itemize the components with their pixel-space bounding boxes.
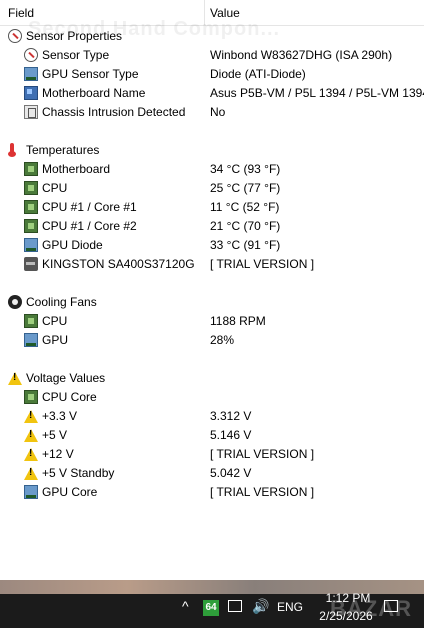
motherboard-icon (24, 86, 38, 100)
aida64-tray-icon[interactable]: 64 (203, 600, 219, 616)
item-value: 21 °C (70 °F) (210, 219, 281, 233)
item-value: Winbond W83627DHG (ISA 290h) (210, 48, 393, 62)
category-temperatures[interactable]: Temperatures (0, 141, 424, 160)
gpu-icon (24, 333, 38, 347)
list-item-fan-cpu[interactable]: CPU 1188 RPM (0, 312, 424, 331)
item-label: CPU (42, 314, 68, 328)
item-value: [ TRIAL VERSION ] (210, 257, 315, 271)
item-label: CPU #1 / Core #2 (42, 219, 137, 233)
item-label: CPU (42, 181, 68, 195)
list-item-temp-core2[interactable]: CPU #1 / Core #2 21 °C (70 °F) (0, 217, 424, 236)
item-value: 25 °C (77 °F) (210, 181, 281, 195)
list-item-volt-cpu-core[interactable]: CPU Core (0, 388, 424, 407)
category-label: Sensor Properties (26, 29, 123, 43)
item-label: KINGSTON SA400S37120G (42, 257, 195, 271)
thermometer-icon (8, 143, 16, 157)
item-label: CPU Core (42, 390, 97, 404)
category-label: Cooling Fans (26, 295, 97, 309)
item-value: 5.146 V (210, 428, 252, 442)
list-item-motherboard-name[interactable]: Motherboard Name Asus P5B-VM / P5L 1394 … (0, 84, 424, 103)
item-label: Chassis Intrusion Detected (42, 105, 186, 119)
notification-icon[interactable] (384, 600, 398, 612)
chip-icon (24, 219, 38, 233)
item-label: +3.3 V (42, 409, 78, 423)
chassis-icon (24, 105, 38, 119)
language-indicator[interactable]: ENG (277, 600, 303, 614)
list-item-temp-core1[interactable]: CPU #1 / Core #1 11 °C (52 °F) (0, 198, 424, 217)
gpu-icon (24, 485, 38, 499)
category-cooling-fans[interactable]: Cooling Fans (0, 293, 424, 312)
item-label: Motherboard (42, 162, 111, 176)
fan-icon (8, 295, 22, 309)
watermark-logo: BAZAR (330, 596, 412, 621)
list-item-volt-5v[interactable]: ! +5 V 5.146 V (0, 426, 424, 445)
category-label: Temperatures (26, 143, 100, 157)
volume-icon[interactable]: 🔊 (252, 598, 269, 615)
item-value: 1188 RPM (210, 314, 266, 328)
item-value: 11 °C (52 °F) (210, 200, 280, 214)
list-item-volt-5v-standby[interactable]: ! +5 V Standby 5.042 V (0, 464, 424, 483)
item-value: Asus P5B-VM / P5L 1394 / P5L-VM 1394 / (210, 86, 424, 100)
item-label: GPU Core (42, 485, 98, 499)
item-value: 3.312 V (210, 409, 252, 423)
network-icon[interactable] (228, 600, 242, 612)
gpu-icon (24, 67, 38, 81)
item-label: +5 V Standby (42, 466, 115, 480)
item-value: [ TRIAL VERSION ] (210, 447, 315, 461)
item-label: CPU #1 / Core #1 (42, 200, 137, 214)
list-item-volt-gpu-core[interactable]: GPU Core [ TRIAL VERSION ] (0, 483, 424, 502)
list-item-temp-kingston[interactable]: KINGSTON SA400S37120G [ TRIAL VERSION ] (0, 255, 424, 274)
list-item-sensor-type[interactable]: Sensor Type Winbond W83627DHG (ISA 290h) (0, 46, 424, 65)
list-item-temp-motherboard[interactable]: Motherboard 34 °C (93 °F) (0, 160, 424, 179)
list-item-temp-gpu-diode[interactable]: GPU Diode 33 °C (91 °F) (0, 236, 424, 255)
item-value: 28% (210, 333, 235, 347)
item-value: 34 °C (93 °F) (210, 162, 281, 176)
item-label: GPU (42, 333, 69, 347)
list-item-gpu-sensor-type[interactable]: GPU Sensor Type Diode (ATI-Diode) (0, 65, 424, 84)
chip-icon (24, 200, 38, 214)
item-value: No (210, 105, 226, 119)
list-item-volt-12v[interactable]: ! +12 V [ TRIAL VERSION ] (0, 445, 424, 464)
chip-icon (24, 314, 38, 328)
category-sensor-properties[interactable]: Sensor Properties (0, 27, 424, 46)
chip-icon (24, 390, 38, 404)
category-label: Voltage Values (26, 371, 106, 385)
sensor-icon (8, 29, 22, 43)
item-label: Sensor Type (42, 48, 110, 62)
item-label: Motherboard Name (42, 86, 146, 100)
list-item-volt-3v3[interactable]: ! +3.3 V 3.312 V (0, 407, 424, 426)
item-label: +5 V (42, 428, 68, 442)
item-label: GPU Sensor Type (42, 67, 139, 81)
item-label: +12 V (42, 447, 74, 461)
item-label: GPU Diode (42, 238, 103, 252)
drive-icon (24, 257, 38, 271)
gpu-icon (24, 238, 38, 252)
category-voltage-values[interactable]: ! Voltage Values (0, 369, 424, 388)
item-value: 33 °C (91 °F) (210, 238, 281, 252)
item-value: 5.042 V (210, 466, 252, 480)
chip-icon (24, 162, 38, 176)
item-value: Diode (ATI-Diode) (210, 67, 306, 81)
show-hidden-icons-button[interactable]: ^ (182, 598, 189, 614)
list-item-fan-gpu[interactable]: GPU 28% (0, 331, 424, 350)
sensor-icon (24, 48, 38, 62)
chip-icon (24, 181, 38, 195)
list-item-chassis-intrusion[interactable]: Chassis Intrusion Detected No (0, 103, 424, 122)
item-value: [ TRIAL VERSION ] (210, 485, 315, 499)
list-item-temp-cpu[interactable]: CPU 25 °C (77 °F) (0, 179, 424, 198)
